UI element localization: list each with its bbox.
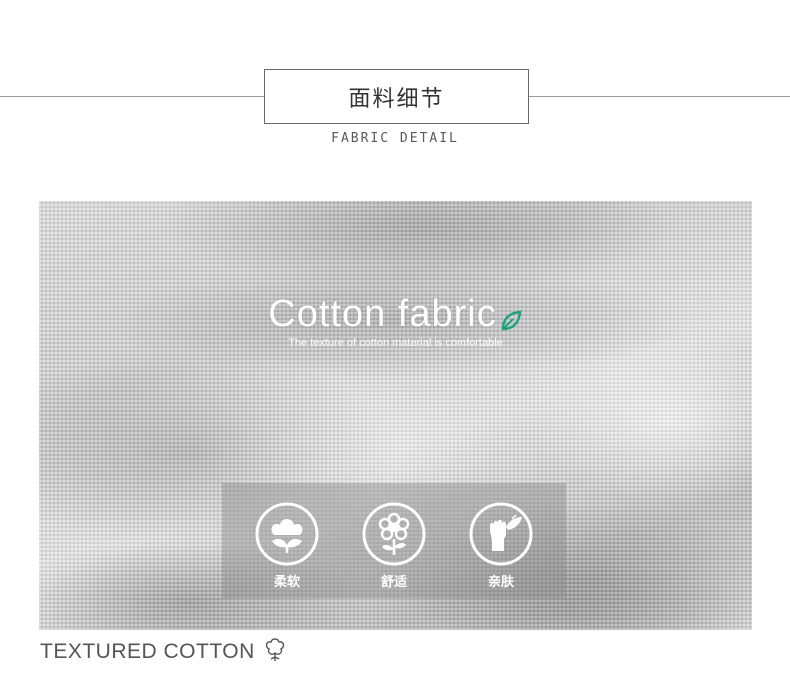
footer-caption: TEXTURED COTTON xyxy=(40,638,287,666)
cotton-subheading: The texture of cotton material is comfor… xyxy=(288,337,503,349)
footer-text: TEXTURED COTTON xyxy=(40,640,255,663)
header-divider-left xyxy=(0,96,264,97)
blossom-icon xyxy=(359,501,429,567)
feature-label-comfortable: 舒适 xyxy=(380,575,407,590)
cotton-heading: Cotton fabric xyxy=(39,293,752,336)
cotton-boll-icon xyxy=(263,637,287,667)
feature-skin-friendly: 亲肤 xyxy=(466,501,536,590)
cotton-flower-icon xyxy=(252,501,322,567)
cotton-heading-text: Cotton fabric xyxy=(268,293,497,335)
section-title: 面料细节 xyxy=(348,86,445,112)
feature-label-skin-friendly: 亲肤 xyxy=(487,575,514,590)
section-subtitle: FABRIC DETAIL xyxy=(331,131,459,146)
header-divider-right xyxy=(529,96,790,97)
section-title-box: 面料细节 xyxy=(264,69,529,124)
feature-label-soft: 柔软 xyxy=(273,575,300,590)
hand-leaf-icon xyxy=(466,501,536,567)
feature-soft: 柔软 xyxy=(252,501,322,590)
fabric-photo: Cotton fabric The texture of cotton mate… xyxy=(39,201,752,630)
feature-comfortable: 舒适 xyxy=(359,501,429,590)
leaf-icon xyxy=(499,300,523,331)
product-detail-page: 面料细节 FABRIC DETAIL Cotton fabric The tex… xyxy=(0,0,790,688)
features-panel: 柔软 舒适 亲肤 xyxy=(222,483,566,598)
